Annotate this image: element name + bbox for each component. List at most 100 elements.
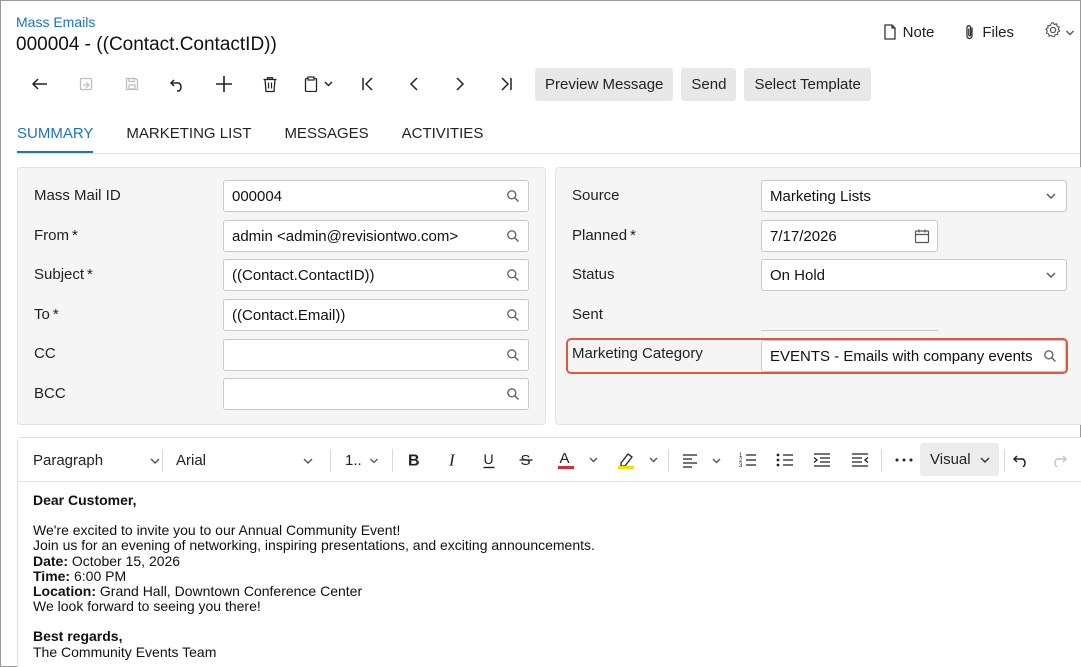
cc-field[interactable] xyxy=(223,339,529,371)
app-window: Mass Emails 000004 - ((Contact.ContactID… xyxy=(0,0,1081,667)
body-line: Join us for an evening of networking, in… xyxy=(33,537,595,554)
status-label: Status xyxy=(572,266,615,283)
add-icon[interactable] xyxy=(201,67,247,101)
from-value: admin <admin@revisiontwo.com> xyxy=(232,227,459,245)
bold-icon[interactable]: B xyxy=(407,438,421,482)
more-options-icon[interactable] xyxy=(894,438,914,482)
required-marker: * xyxy=(630,227,636,244)
back-arrow-icon[interactable] xyxy=(17,67,63,101)
chevron-down-icon xyxy=(979,451,991,468)
toolbar-separator xyxy=(881,449,882,472)
email-body[interactable]: Dear Customer, We're excited to invite y… xyxy=(33,492,595,660)
sent-label: Sent xyxy=(572,306,603,323)
chevron-down-icon[interactable] xyxy=(1036,181,1066,211)
subject-field[interactable]: ((Contact.ContactID)) xyxy=(223,259,529,291)
search-icon[interactable] xyxy=(1035,341,1065,371)
mass-mail-id-field[interactable]: 000004 xyxy=(223,180,529,212)
body-line: We're excited to invite you to our Annua… xyxy=(33,522,401,539)
subject-label-text: Subject xyxy=(34,266,85,283)
search-icon[interactable] xyxy=(498,300,528,330)
greeting: Dear Customer, xyxy=(33,492,137,508)
source-select[interactable]: Marketing Lists xyxy=(761,180,1067,212)
bcc-field[interactable] xyxy=(223,378,529,410)
subject-label: Subject * xyxy=(34,266,93,283)
chevron-down-icon xyxy=(302,452,314,469)
font-color-icon[interactable]: A xyxy=(558,438,598,482)
toolbar-separator xyxy=(162,449,163,472)
paragraph-style-value: Paragraph xyxy=(33,451,104,469)
font-size-select[interactable]: 1.. xyxy=(345,438,379,482)
outdent-icon[interactable] xyxy=(851,438,869,482)
from-field[interactable]: admin <admin@revisiontwo.com> xyxy=(223,220,529,252)
last-record-icon[interactable] xyxy=(483,67,529,101)
undo-icon[interactable] xyxy=(1012,438,1030,482)
email-editor: Paragraph Arial 1.. B I U S A 123 Visual… xyxy=(17,437,1081,667)
time-label: Time: xyxy=(33,567,71,584)
toolbar-separator xyxy=(1004,449,1005,472)
to-value: ((Contact.Email)) xyxy=(232,306,346,324)
first-record-icon[interactable] xyxy=(345,67,391,101)
planned-value: 7/17/2026 xyxy=(770,227,837,245)
search-icon[interactable] xyxy=(498,340,528,370)
preview-message-button[interactable]: Preview Message xyxy=(535,67,674,101)
calendar-icon[interactable] xyxy=(907,221,937,251)
delete-icon[interactable] xyxy=(247,67,293,101)
search-icon[interactable] xyxy=(498,181,528,211)
source-label: Source xyxy=(572,187,620,204)
previous-record-icon[interactable] xyxy=(391,67,437,101)
note-icon xyxy=(883,24,897,40)
marketing-category-field[interactable]: EVENTS - Emails with company events xyxy=(761,340,1066,372)
tab-messages[interactable]: MESSAGES xyxy=(284,125,368,154)
save-icon[interactable] xyxy=(109,67,155,101)
paperclip-icon xyxy=(964,24,976,41)
marketing-category-label: Marketing Category xyxy=(572,345,703,362)
tab-activities[interactable]: ACTIVITIES xyxy=(402,125,484,154)
search-icon[interactable] xyxy=(498,379,528,409)
body-line: We look forward to seeing you there! xyxy=(33,598,261,615)
tab-summary[interactable]: SUMMARY xyxy=(17,125,94,154)
time-value: 6:00 PM xyxy=(70,567,127,584)
chevron-down-icon[interactable] xyxy=(1036,260,1066,290)
clipboard-icon[interactable] xyxy=(293,67,345,101)
send-button[interactable]: Send xyxy=(681,67,737,101)
planned-label-text: Planned xyxy=(572,227,628,244)
indent-icon[interactable] xyxy=(813,438,831,482)
files-button[interactable]: Files xyxy=(964,24,1014,41)
svg-text:I: I xyxy=(448,452,456,468)
required-marker: * xyxy=(72,227,78,244)
mass-mail-id-label: Mass Mail ID xyxy=(34,187,121,204)
planned-date-field[interactable]: 7/17/2026 xyxy=(761,220,938,252)
main-toolbar: Preview Message Send Select Template xyxy=(17,67,879,101)
underline-icon[interactable]: U xyxy=(482,438,496,482)
breadcrumb[interactable]: Mass Emails xyxy=(16,14,95,30)
undo-icon[interactable] xyxy=(155,67,201,101)
tab-marketing-list[interactable]: MARKETING LIST xyxy=(126,125,251,154)
editor-mode-select[interactable]: Visual xyxy=(920,443,999,476)
search-icon[interactable] xyxy=(498,260,528,290)
strikethrough-icon[interactable]: S xyxy=(519,438,533,482)
note-button[interactable]: Note xyxy=(883,24,934,41)
settings-menu[interactable] xyxy=(1044,21,1075,43)
paragraph-style-select[interactable]: Paragraph xyxy=(33,438,161,482)
numbered-list-icon[interactable]: 123 xyxy=(739,438,757,482)
to-field[interactable]: ((Contact.Email)) xyxy=(223,299,529,331)
location-label: Location: xyxy=(33,583,96,600)
source-value: Marketing Lists xyxy=(770,187,871,205)
page-title: 000004 - ((Contact.ContactID)) xyxy=(16,34,277,55)
search-icon[interactable] xyxy=(498,221,528,251)
next-record-icon[interactable] xyxy=(437,67,483,101)
status-select[interactable]: On Hold xyxy=(761,259,1067,291)
svg-text:3: 3 xyxy=(739,463,743,468)
editor-toolbar: Paragraph Arial 1.. B I U S A 123 Visual xyxy=(18,438,1081,482)
select-template-button[interactable]: Select Template xyxy=(744,67,871,101)
copy-paste-icon[interactable] xyxy=(63,67,109,101)
chevron-down-icon xyxy=(369,452,379,469)
highlight-color-icon[interactable] xyxy=(618,438,658,482)
font-size-value: 1.. xyxy=(345,451,362,469)
bullet-list-icon[interactable] xyxy=(776,438,794,482)
font-family-select[interactable]: Arial xyxy=(176,438,314,482)
italic-icon[interactable]: I xyxy=(446,438,458,482)
align-left-icon[interactable] xyxy=(682,438,722,482)
to-label-text: To xyxy=(34,306,50,323)
redo-icon[interactable] xyxy=(1050,438,1068,482)
